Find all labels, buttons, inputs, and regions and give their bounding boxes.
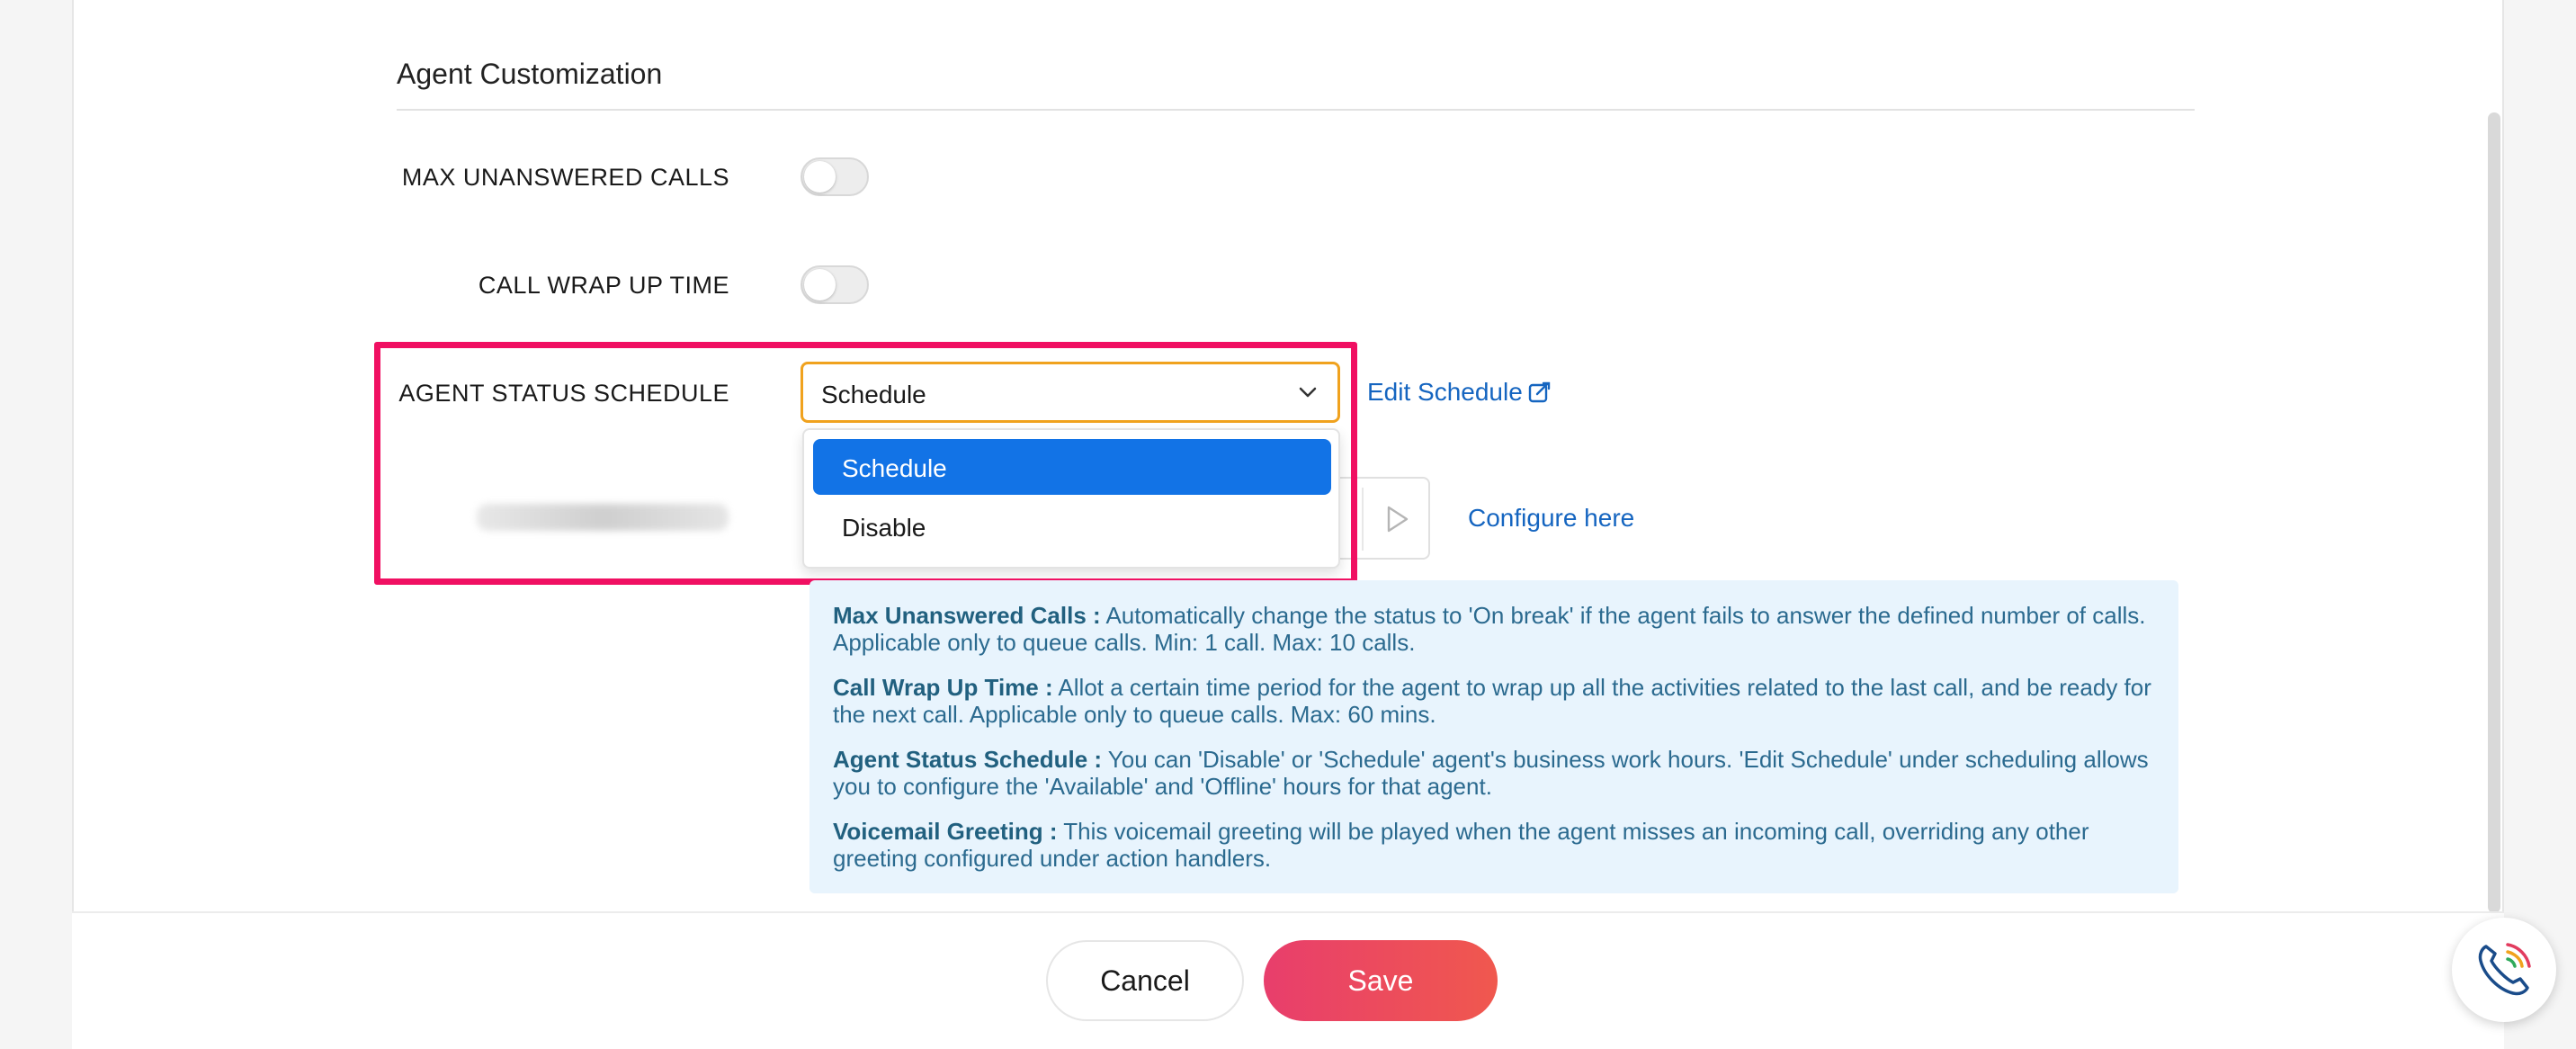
toggle-knob <box>804 269 836 300</box>
player-divider <box>1362 488 1364 551</box>
max-unanswered-calls-label: MAX UNANSWERED CALLS <box>401 164 729 191</box>
info-title: Voicemail Greeting : <box>833 818 1058 845</box>
section-divider <box>397 109 2195 111</box>
play-icon[interactable] <box>1383 504 1412 539</box>
phone-widget-button[interactable] <box>2452 918 2556 1022</box>
agent-status-schedule-label: AGENT STATUS SCHEDULE <box>398 380 729 407</box>
schedule-dropdown-menu: Schedule Disable <box>802 428 1340 569</box>
info-item: Agent Status Schedule : You can 'Disable… <box>833 746 2155 800</box>
dropdown-option-schedule[interactable]: Schedule <box>813 439 1331 495</box>
call-wrap-up-time-label: CALL WRAP UP TIME <box>478 272 729 299</box>
edit-schedule-label: Edit Schedule <box>1367 378 1523 406</box>
external-edit-icon <box>1523 378 1552 406</box>
info-item: Max Unanswered Calls : Automatically cha… <box>833 602 2155 656</box>
edit-schedule-link[interactable]: Edit Schedule <box>1367 378 1552 407</box>
call-wrap-up-time-toggle[interactable] <box>801 265 869 304</box>
scrollbar[interactable] <box>2488 112 2500 913</box>
info-item: Call Wrap Up Time : Allot a certain time… <box>833 674 2155 728</box>
save-button[interactable]: Save <box>1264 940 1498 1021</box>
info-title: Call Wrap Up Time : <box>833 674 1053 701</box>
info-title: Max Unanswered Calls : <box>833 602 1101 629</box>
voicemail-greeting-label-blurred <box>477 504 729 531</box>
help-info-box: Max Unanswered Calls : Automatically cha… <box>809 580 2178 893</box>
max-unanswered-calls-toggle[interactable] <box>801 157 869 196</box>
section-title: Agent Customization <box>397 58 663 90</box>
cancel-button[interactable]: Cancel <box>1046 940 1244 1021</box>
agent-status-schedule-select[interactable]: Schedule <box>801 362 1340 423</box>
configure-here-link[interactable]: Configure here <box>1468 504 1634 533</box>
info-title: Agent Status Schedule : <box>833 746 1103 773</box>
select-value: Schedule <box>821 381 926 408</box>
info-item: Voicemail Greeting : This voicemail gree… <box>833 818 2155 872</box>
dropdown-option-disable[interactable]: Disable <box>813 498 1331 554</box>
chevron-down-icon <box>1298 386 1318 403</box>
toggle-knob <box>804 161 836 193</box>
